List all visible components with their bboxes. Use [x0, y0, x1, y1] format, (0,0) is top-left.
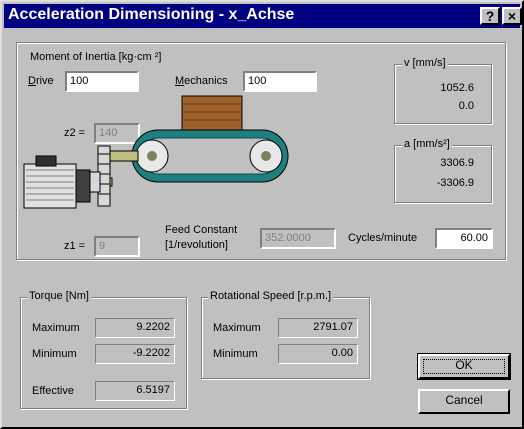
acceleration-min-value: -3306.9: [436, 177, 474, 189]
drive-label: Drive: [28, 75, 54, 87]
acceleration-label: a [mm/s²]: [402, 138, 452, 150]
dialog-window: Acceleration Dimensioning - x_Achse ? × …: [0, 0, 524, 429]
drive-mechanism-diagram: [23, 95, 289, 209]
acceleration-group: [394, 145, 492, 203]
load-box-icon: [181, 95, 243, 131]
torque-max-label: Maximum: [32, 322, 80, 334]
feed-constant-unit-label: [1/revolution]: [165, 239, 228, 251]
torque-min-value: -9.2202: [95, 344, 175, 364]
rotational-speed-group: [201, 297, 370, 379]
ok-button[interactable]: OK: [417, 353, 511, 380]
cancel-button[interactable]: Cancel: [418, 389, 510, 414]
mechanics-inertia-input[interactable]: 100: [243, 71, 317, 92]
speed-min-value: 0.00: [278, 344, 358, 364]
drive-inertia-input[interactable]: 100: [65, 71, 139, 92]
torque-min-label: Minimum: [32, 348, 77, 360]
z1-input[interactable]: 9: [94, 236, 140, 257]
gear-icon: [89, 145, 111, 207]
z1-label: z1 =: [64, 240, 86, 252]
velocity-label: v [mm/s]: [402, 57, 448, 69]
mechanics-label: Mechanics: [175, 75, 228, 87]
close-button[interactable]: ×: [502, 7, 522, 25]
feed-constant-input[interactable]: 352.0000: [260, 228, 336, 249]
motor-icon: [23, 155, 91, 209]
speed-max-label: Maximum: [213, 322, 261, 334]
torque-effective-label: Effective: [32, 385, 74, 397]
speed-max-value: 2791.07: [278, 318, 358, 338]
speed-min-label: Minimum: [213, 348, 258, 360]
acceleration-max-value: 3306.9: [440, 157, 474, 169]
cycles-per-minute-input[interactable]: 60.00: [435, 228, 493, 249]
velocity-group: [394, 64, 492, 124]
velocity-max-value: 1052.6: [440, 82, 474, 94]
torque-group-label: Torque [Nm]: [27, 290, 91, 302]
velocity-min-value: 0.0: [458, 100, 474, 112]
torque-effective-value: 6.5197: [95, 381, 175, 401]
window-title: Acceleration Dimensioning - x_Achse: [8, 6, 295, 23]
rotational-speed-group-label: Rotational Speed [r.p.m.]: [208, 290, 334, 302]
inertia-group-label: Moment of Inertia [kg·cm ²]: [30, 51, 162, 63]
conveyor-belt-icon: [131, 129, 289, 183]
feed-constant-label: Feed Constant: [165, 224, 238, 236]
torque-max-value: 9.2202: [95, 318, 175, 338]
help-button[interactable]: ?: [480, 7, 500, 25]
title-bar[interactable]: Acceleration Dimensioning - x_Achse ? ×: [4, 4, 522, 28]
focus-rect: [423, 359, 505, 374]
cycles-label: Cycles/minute: [348, 232, 418, 244]
